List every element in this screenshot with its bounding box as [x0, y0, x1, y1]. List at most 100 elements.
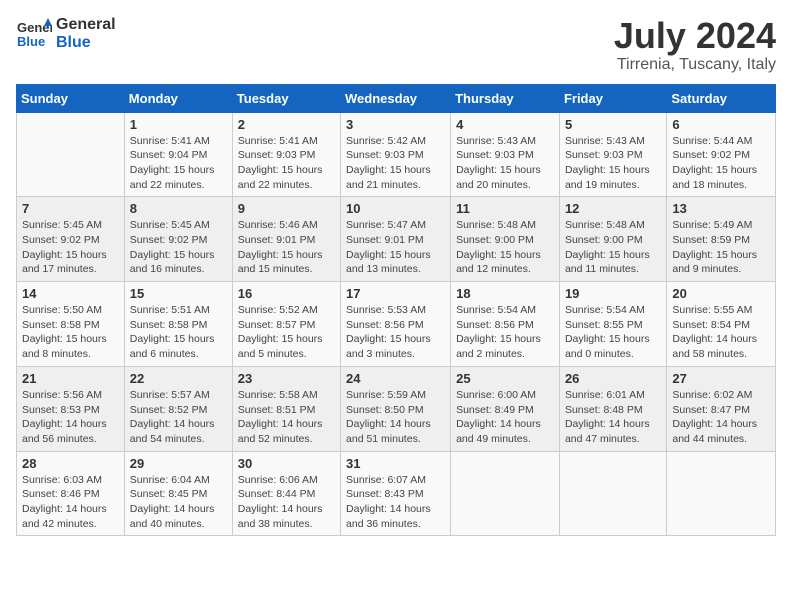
calendar-cell: 21Sunrise: 5:56 AM Sunset: 8:53 PM Dayli… — [17, 366, 125, 451]
calendar-cell — [451, 451, 560, 536]
day-detail: Sunrise: 6:00 AM Sunset: 8:49 PM Dayligh… — [456, 388, 554, 447]
day-detail: Sunrise: 5:51 AM Sunset: 8:58 PM Dayligh… — [130, 303, 227, 362]
day-detail: Sunrise: 6:01 AM Sunset: 8:48 PM Dayligh… — [565, 388, 661, 447]
calendar-week-row: 28Sunrise: 6:03 AM Sunset: 8:46 PM Dayli… — [17, 451, 776, 536]
day-number: 4 — [456, 117, 554, 132]
day-number: 3 — [346, 117, 445, 132]
day-number: 23 — [238, 371, 335, 386]
calendar-cell: 8 Sunrise: 5:45 AM Sunset: 9:02 PM Daylig… — [124, 197, 232, 282]
calendar-cell: 6Sunrise: 5:44 AM Sunset: 9:02 PM Daylig… — [667, 112, 776, 197]
weekday-header-tuesday: Tuesday — [232, 84, 340, 112]
day-number: 7 — [22, 201, 119, 216]
day-detail: Sunrise: 6:07 AM Sunset: 8:43 PM Dayligh… — [346, 473, 445, 532]
calendar-cell: 14 Sunrise: 5:50 AM Sunset: 8:58 PM Dayli… — [17, 282, 125, 367]
day-number: 14 — [22, 286, 119, 301]
day-detail: Sunrise: 5:52 AM Sunset: 8:57 PM Dayligh… — [238, 303, 335, 362]
day-number: 30 — [238, 456, 335, 471]
calendar-cell: 16 Sunrise: 5:52 AM Sunset: 8:57 PM Dayli… — [232, 282, 340, 367]
day-number: 12 — [565, 201, 661, 216]
weekday-header-wednesday: Wednesday — [341, 84, 451, 112]
day-number: 24 — [346, 371, 445, 386]
calendar-table: SundayMondayTuesdayWednesdayThursdayFrid… — [16, 84, 776, 537]
day-number: 19 — [565, 286, 661, 301]
day-detail: Sunrise: 6:06 AM Sunset: 8:44 PM Dayligh… — [238, 473, 335, 532]
weekday-header-sunday: Sunday — [17, 84, 125, 112]
calendar-cell: 7 Sunrise: 5:45 AM Sunset: 9:02 PM Daylig… — [17, 197, 125, 282]
day-number: 29 — [130, 456, 227, 471]
calendar-cell — [17, 112, 125, 197]
calendar-cell: 28Sunrise: 6:03 AM Sunset: 8:46 PM Dayli… — [17, 451, 125, 536]
title-area: July 2024 Tirrenia, Tuscany, Italy — [614, 16, 776, 74]
calendar-cell — [667, 451, 776, 536]
day-number: 6 — [672, 117, 770, 132]
calendar-cell: 9Sunrise: 5:46 AM Sunset: 9:01 PM Daylig… — [232, 197, 340, 282]
day-number: 10 — [346, 201, 445, 216]
calendar-cell: 15 Sunrise: 5:51 AM Sunset: 8:58 PM Dayli… — [124, 282, 232, 367]
calendar-cell: 29 Sunrise: 6:04 AM Sunset: 8:45 PM Dayli… — [124, 451, 232, 536]
weekday-header-saturday: Saturday — [667, 84, 776, 112]
calendar-cell: 13 Sunrise: 5:49 AM Sunset: 8:59 PM Dayli… — [667, 197, 776, 282]
day-number: 27 — [672, 371, 770, 386]
day-detail: Sunrise: 5:45 AM Sunset: 9:02 PM Dayligh… — [130, 218, 227, 277]
calendar-cell: 12 Sunrise: 5:48 AM Sunset: 9:00 PM Dayli… — [559, 197, 666, 282]
day-detail: Sunrise: 5:54 AM Sunset: 8:55 PM Dayligh… — [565, 303, 661, 362]
calendar-cell: 18 Sunrise: 5:54 AM Sunset: 8:56 PM Dayli… — [451, 282, 560, 367]
logo-icon: General Blue — [16, 16, 52, 52]
calendar-cell: 25 Sunrise: 6:00 AM Sunset: 8:49 PM Dayli… — [451, 366, 560, 451]
logo: General Blue General Blue — [16, 16, 116, 52]
day-detail: Sunrise: 5:47 AM Sunset: 9:01 PM Dayligh… — [346, 218, 445, 277]
day-detail: Sunrise: 5:53 AM Sunset: 8:56 PM Dayligh… — [346, 303, 445, 362]
day-detail: Sunrise: 5:50 AM Sunset: 8:58 PM Dayligh… — [22, 303, 119, 362]
day-detail: Sunrise: 6:04 AM Sunset: 8:45 PM Dayligh… — [130, 473, 227, 532]
day-number: 13 — [672, 201, 770, 216]
calendar-cell: 3 Sunrise: 5:42 AM Sunset: 9:03 PM Daylig… — [341, 112, 451, 197]
day-detail: Sunrise: 5:41 AM Sunset: 9:03 PM Dayligh… — [238, 134, 335, 193]
calendar-cell: 10 Sunrise: 5:47 AM Sunset: 9:01 PM Dayli… — [341, 197, 451, 282]
day-number: 18 — [456, 286, 554, 301]
day-number: 16 — [238, 286, 335, 301]
calendar-cell: 22Sunrise: 5:57 AM Sunset: 8:52 PM Dayli… — [124, 366, 232, 451]
day-number: 20 — [672, 286, 770, 301]
day-number: 26 — [565, 371, 661, 386]
day-number: 15 — [130, 286, 227, 301]
calendar-cell: 31 Sunrise: 6:07 AM Sunset: 8:43 PM Dayli… — [341, 451, 451, 536]
location-subtitle: Tirrenia, Tuscany, Italy — [614, 56, 776, 74]
day-detail: Sunrise: 5:55 AM Sunset: 8:54 PM Dayligh… — [672, 303, 770, 362]
day-number: 9 — [238, 201, 335, 216]
day-detail: Sunrise: 6:02 AM Sunset: 8:47 PM Dayligh… — [672, 388, 770, 447]
day-detail: Sunrise: 6:03 AM Sunset: 8:46 PM Dayligh… — [22, 473, 119, 532]
month-year-title: July 2024 — [614, 16, 776, 56]
day-number: 5 — [565, 117, 661, 132]
weekday-header-friday: Friday — [559, 84, 666, 112]
calendar-week-row: 21Sunrise: 5:56 AM Sunset: 8:53 PM Dayli… — [17, 366, 776, 451]
calendar-header-row: SundayMondayTuesdayWednesdayThursdayFrid… — [17, 84, 776, 112]
day-detail: Sunrise: 5:49 AM Sunset: 8:59 PM Dayligh… — [672, 218, 770, 277]
logo-general-text: General — [56, 16, 116, 34]
day-detail: Sunrise: 5:57 AM Sunset: 8:52 PM Dayligh… — [130, 388, 227, 447]
day-detail: Sunrise: 5:58 AM Sunset: 8:51 PM Dayligh… — [238, 388, 335, 447]
day-detail: Sunrise: 5:48 AM Sunset: 9:00 PM Dayligh… — [565, 218, 661, 277]
day-detail: Sunrise: 5:41 AM Sunset: 9:04 PM Dayligh… — [130, 134, 227, 193]
day-number: 25 — [456, 371, 554, 386]
day-detail: Sunrise: 5:43 AM Sunset: 9:03 PM Dayligh… — [456, 134, 554, 193]
calendar-cell: 11Sunrise: 5:48 AM Sunset: 9:00 PM Dayli… — [451, 197, 560, 282]
svg-text:Blue: Blue — [17, 34, 45, 49]
weekday-header-thursday: Thursday — [451, 84, 560, 112]
day-detail: Sunrise: 5:54 AM Sunset: 8:56 PM Dayligh… — [456, 303, 554, 362]
day-number: 21 — [22, 371, 119, 386]
logo-blue-text: Blue — [56, 34, 116, 52]
calendar-cell — [559, 451, 666, 536]
day-detail: Sunrise: 5:48 AM Sunset: 9:00 PM Dayligh… — [456, 218, 554, 277]
day-number: 2 — [238, 117, 335, 132]
day-number: 8 — [130, 201, 227, 216]
day-detail: Sunrise: 5:45 AM Sunset: 9:02 PM Dayligh… — [22, 218, 119, 277]
weekday-header-monday: Monday — [124, 84, 232, 112]
calendar-cell: 2 Sunrise: 5:41 AM Sunset: 9:03 PM Daylig… — [232, 112, 340, 197]
day-detail: Sunrise: 5:42 AM Sunset: 9:03 PM Dayligh… — [346, 134, 445, 193]
page-header: General Blue General Blue July 2024 Tirr… — [16, 16, 776, 74]
calendar-cell: 4 Sunrise: 5:43 AM Sunset: 9:03 PM Daylig… — [451, 112, 560, 197]
day-detail: Sunrise: 5:59 AM Sunset: 8:50 PM Dayligh… — [346, 388, 445, 447]
calendar-cell: 23 Sunrise: 5:58 AM Sunset: 8:51 PM Dayli… — [232, 366, 340, 451]
calendar-cell: 19 Sunrise: 5:54 AM Sunset: 8:55 PM Dayli… — [559, 282, 666, 367]
day-number: 31 — [346, 456, 445, 471]
